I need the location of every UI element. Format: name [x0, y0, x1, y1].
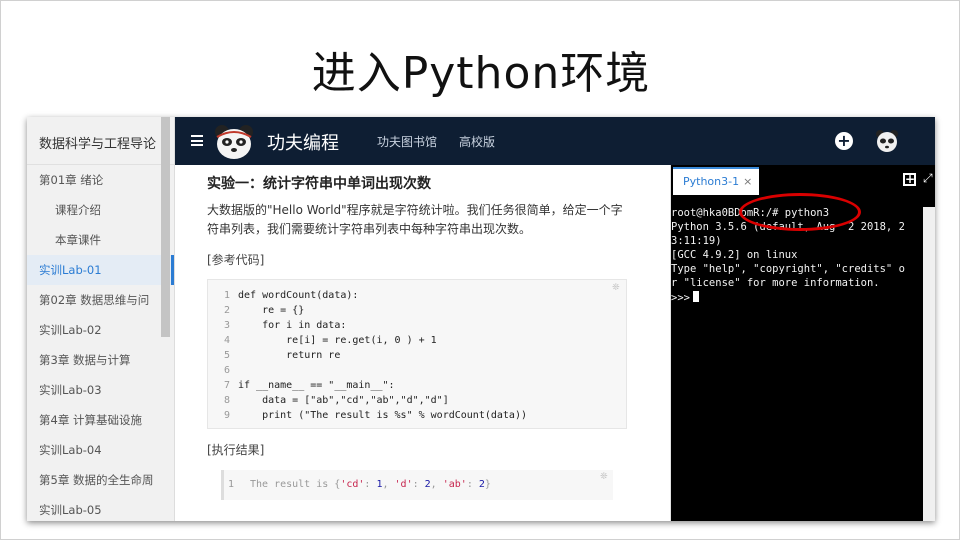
lab-title: 实验一：统计字符串中单词出现次数: [207, 176, 431, 192]
line-number: 7: [223, 380, 230, 391]
terminal-line: r "license" for more information.: [671, 277, 880, 289]
sidebar-item-course-intro[interactable]: 课程介绍: [27, 195, 174, 225]
result-key: 'd': [394, 479, 413, 490]
sidebar-item-chapter05[interactable]: 第5章 数据的全生命周: [27, 465, 174, 495]
brand-name[interactable]: 功夫编程: [267, 129, 339, 155]
sidebar-list: 第01章 绪论 课程介绍 本章课件 实训Lab-01 第02章 数据思维与问 实…: [27, 165, 174, 521]
terminal-scrollbar[interactable]: [923, 207, 935, 521]
line-number: 5: [223, 350, 230, 361]
line-number: 2: [223, 305, 230, 316]
result-block[interactable]: ❊ 1 The result is {'cd': 1, 'd': 2, 'ab'…: [221, 470, 613, 500]
line-number: 8: [223, 395, 230, 406]
nav-link-library[interactable]: 功夫图书馆: [377, 133, 437, 150]
terminal-tab[interactable]: Python3-1 ×: [673, 167, 759, 195]
sidebar-item-lab01[interactable]: 实训Lab-01: [27, 255, 174, 285]
expand-icon[interactable]: ⤢: [923, 171, 933, 186]
sidebar-item-chapter01[interactable]: 第01章 绪论: [27, 165, 174, 195]
sidebar-item-lab02[interactable]: 实训Lab-02: [27, 315, 174, 345]
line-number: 3: [223, 320, 230, 331]
result-output: The result is {'cd': 1, 'd': 2, 'ab': 2}: [250, 479, 491, 490]
terminal-prompt-line: >>>: [671, 291, 699, 304]
nav-link-university[interactable]: 高校版: [459, 133, 495, 150]
terminal-tab-label: Python3-1: [683, 175, 740, 188]
line-number: 4: [223, 335, 230, 346]
result-key: 'cd': [340, 479, 365, 490]
copy-result-icon[interactable]: ❊: [600, 473, 609, 482]
line-number: 1: [223, 290, 230, 301]
result-prefix: The result is {: [250, 479, 341, 490]
copy-code-icon[interactable]: ❊: [612, 284, 621, 293]
sidebar-item-lab04[interactable]: 实训Lab-04: [27, 435, 174, 465]
sidebar-scrollbar[interactable]: [161, 117, 170, 337]
add-button[interactable]: +: [835, 132, 853, 150]
terminal-line: [GCC 4.9.2] on linux: [671, 249, 798, 261]
course-sidebar: 数据科学与工程导论 第01章 绪论 课程介绍 本章课件 实训Lab-01 第02…: [27, 117, 175, 521]
terminal-cursor: [692, 291, 699, 302]
code-block[interactable]: ❊ 1 def wordCount(data): 2 re = {} 3 for …: [207, 279, 627, 429]
lab-description: 大数据版的"Hello World"程序就是字符统计啦。我们任务很简单，给定一个…: [207, 203, 623, 236]
code-text: re[i] = re.get(i, 0 ) + 1: [238, 335, 437, 346]
highlight-annotation-circle: [739, 193, 861, 231]
code-text: data = ["ab","cd","ab","d","d"]: [238, 395, 449, 406]
panda-logo-icon[interactable]: [213, 123, 255, 161]
execution-result-label: [执行结果]: [207, 443, 265, 457]
close-tab-icon[interactable]: ×: [743, 175, 752, 188]
user-avatar[interactable]: [875, 129, 899, 153]
line-number: 6: [223, 365, 230, 376]
sidebar-item-chapter-slides[interactable]: 本章课件: [27, 225, 174, 255]
code-text: re = {}: [238, 305, 305, 316]
code-text: for i in data:: [238, 320, 347, 331]
sidebar-item-lab05[interactable]: 实训Lab-05: [27, 495, 174, 521]
terminal-line: 3:11:19): [671, 235, 722, 247]
code-text: print ("The result is %s" % wordCount(da…: [238, 410, 527, 421]
app-screenshot: 数据科学与工程导论 第01章 绪论 课程介绍 本章课件 实训Lab-01 第02…: [27, 117, 935, 521]
sidebar-item-chapter03[interactable]: 第3章 数据与计算: [27, 345, 174, 375]
result-suffix: }: [484, 479, 491, 490]
code-text: return re: [238, 350, 341, 361]
new-terminal-icon[interactable]: +: [903, 173, 916, 186]
course-title: 数据科学与工程导论: [27, 117, 174, 165]
reference-code-label: [参考代码]: [207, 253, 265, 267]
sidebar-item-chapter04[interactable]: 第4章 计算基础设施: [27, 405, 174, 435]
code-text: def wordCount(data):: [238, 290, 359, 301]
hamburger-menu-icon[interactable]: [191, 135, 203, 146]
sidebar-item-chapter02[interactable]: 第02章 数据思维与问: [27, 285, 174, 315]
python-prompt: >>>: [671, 292, 690, 304]
code-text: if __name__ == "__main__":: [238, 380, 395, 391]
terminal-tabbar: Python3-1 × + ⤢: [671, 165, 935, 195]
terminal-output[interactable]: root@hka0BDomR:/# python3 Python 3.5.6 (…: [671, 207, 923, 521]
slide-title: 进入Python环境: [311, 48, 651, 99]
lab-content: 实验一：统计字符串中单词出现次数 大数据版的"Hello World"程序就是字…: [175, 165, 670, 521]
line-number: 9: [223, 410, 230, 421]
terminal-line: Type "help", "copyright", "credits" o: [671, 263, 905, 275]
presentation-slide: 进入Python环境 数据科学与工程导论 第01章 绪论 课程介绍 本章课件 实…: [0, 0, 960, 540]
result-key: 'ab': [442, 479, 467, 490]
result-line-number: 1: [228, 479, 235, 490]
sidebar-item-lab03[interactable]: 实训Lab-03: [27, 375, 174, 405]
top-navbar: 功夫编程 功夫图书馆 高校版 +: [175, 117, 935, 165]
